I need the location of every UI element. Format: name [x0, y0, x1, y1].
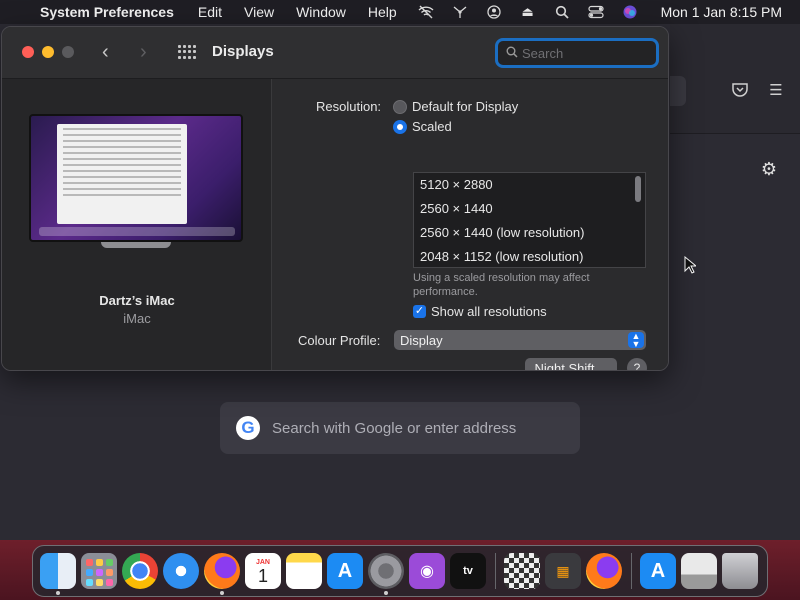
scaled-resolution-note: Using a scaled resolution may affect per…	[413, 272, 590, 298]
google-search-placeholder: Search with Google or enter address	[272, 419, 517, 437]
eject-icon[interactable]: ⏏	[519, 4, 537, 19]
calendar-day: 1	[257, 565, 268, 586]
zoom-window-button[interactable]	[62, 46, 74, 58]
displays-window: ‹ › Displays Dartz’	[1, 26, 669, 371]
calendar-icon[interactable]: JAN 1	[245, 553, 281, 589]
window-titlebar: ‹ › Displays	[2, 27, 668, 79]
radio-scaled[interactable]: Scaled	[393, 119, 452, 134]
dock: JAN 1 A ◉ tv ▦ A	[32, 545, 768, 597]
radio-button-off[interactable]	[393, 99, 407, 114]
dock-separator	[495, 553, 496, 589]
resolution-option[interactable]: 2560 × 1440 (low resolution)	[414, 221, 645, 245]
wifi-off-icon[interactable]	[417, 5, 435, 19]
resolution-label: Resolution:	[316, 99, 382, 114]
google-logo-icon: G	[236, 416, 260, 440]
app-store-icon[interactable]: A	[327, 553, 363, 589]
device-name: Dartz’s iMac	[99, 293, 175, 308]
forward-chevron-icon[interactable]: ›	[140, 41, 147, 64]
network-icon[interactable]	[451, 5, 469, 19]
radio-scaled-label: Scaled	[412, 119, 452, 134]
imac-dock-preview	[39, 227, 235, 236]
menu-view[interactable]: View	[244, 4, 274, 20]
siri-icon[interactable]	[621, 5, 639, 19]
imac-stand	[101, 242, 171, 248]
browser-toolbar	[670, 24, 800, 134]
show-all-resolutions-label: Show all resolutions	[431, 304, 547, 319]
calendar-month: JAN	[255, 558, 270, 566]
colour-profile-label: Colour Profile:	[298, 333, 381, 348]
resolution-option[interactable]: 2560 × 1440	[414, 197, 645, 221]
user-icon[interactable]	[485, 5, 503, 19]
chess-icon[interactable]	[504, 553, 540, 589]
preview-icon[interactable]	[681, 553, 717, 589]
spotlight-search-icon[interactable]	[553, 5, 571, 19]
launchpad-icon[interactable]	[81, 553, 117, 589]
trash-icon[interactable]	[722, 553, 758, 589]
chrome-icon[interactable]	[122, 553, 158, 589]
system-preferences-icon[interactable]	[368, 553, 404, 595]
night-shift-button[interactable]: Night Shift…	[525, 358, 617, 370]
resolution-list[interactable]: 5120 × 2880 2560 × 1440 2560 × 1440 (low…	[413, 172, 646, 268]
finder-icon[interactable]	[40, 553, 76, 595]
colour-profile-select[interactable]: Display ▲ ▼	[394, 330, 646, 350]
imac-document-preview	[57, 124, 187, 224]
display-settings-pane: Resolution: Default for Display Scaled 5…	[273, 79, 668, 370]
pocket-icon[interactable]	[730, 80, 750, 100]
menu-window[interactable]: Window	[296, 4, 346, 20]
search-input[interactable]	[522, 45, 642, 61]
search-field[interactable]	[495, 38, 659, 68]
notes-icon[interactable]	[286, 553, 322, 589]
dock-separator	[631, 553, 632, 589]
apple-tv-label: tv	[463, 565, 473, 577]
resolution-option[interactable]: 2048 × 1152 (low resolution)	[414, 245, 645, 267]
checkmark-icon[interactable]: ✓	[413, 305, 426, 318]
back-chevron-icon[interactable]: ‹	[102, 41, 109, 64]
radio-button-on[interactable]	[393, 119, 407, 134]
resolution-list-scrollbar[interactable]	[635, 176, 641, 202]
apple-tv-icon[interactable]: tv	[450, 553, 486, 589]
gear-icon[interactable]: ⚙	[758, 158, 780, 180]
menu-icon[interactable]: ☰	[766, 80, 786, 100]
firefox-icon[interactable]	[204, 553, 240, 595]
menu-help[interactable]: Help	[368, 4, 397, 20]
calculator-icon[interactable]: ▦	[545, 553, 581, 589]
control-center-icon[interactable]	[587, 5, 605, 19]
help-button[interactable]: ?	[627, 358, 647, 370]
app-store-icon[interactable]: A	[640, 553, 676, 589]
minimize-window-button[interactable]	[42, 46, 54, 58]
up-down-chevron-icon: ▲ ▼	[628, 332, 644, 349]
imac-image	[29, 114, 245, 248]
close-window-button[interactable]	[22, 46, 34, 58]
google-search-box[interactable]: G Search with Google or enter address	[220, 402, 580, 454]
imac-screen-preview	[29, 114, 243, 242]
menubar-clock[interactable]: Mon 1 Jan 8:15 PM	[661, 4, 782, 20]
show-all-resolutions-checkbox[interactable]: ✓ Show all resolutions	[413, 304, 547, 319]
show-all-grid-icon[interactable]	[178, 45, 196, 59]
mouse-cursor-icon	[684, 255, 698, 274]
resolution-option[interactable]: 5120 × 2880	[414, 173, 645, 197]
device-pane: Dartz’s iMac iMac	[2, 79, 272, 370]
radio-default-for-display[interactable]: Default for Display	[393, 99, 518, 114]
radio-default-label: Default for Display	[412, 99, 519, 114]
menu-app-name[interactable]: System Preferences	[40, 4, 174, 20]
window-title: Displays	[212, 43, 274, 60]
device-type: iMac	[123, 311, 151, 326]
search-icon	[506, 46, 518, 61]
colour-profile-value: Display	[400, 332, 443, 348]
safari-icon[interactable]	[163, 553, 199, 589]
firefox-icon[interactable]	[586, 553, 622, 589]
menu-edit[interactable]: Edit	[198, 4, 222, 20]
podcasts-icon[interactable]: ◉	[409, 553, 445, 589]
browser-url-bar[interactable]	[670, 76, 686, 106]
menu-bar: System Preferences Edit View Window Help…	[0, 0, 800, 24]
